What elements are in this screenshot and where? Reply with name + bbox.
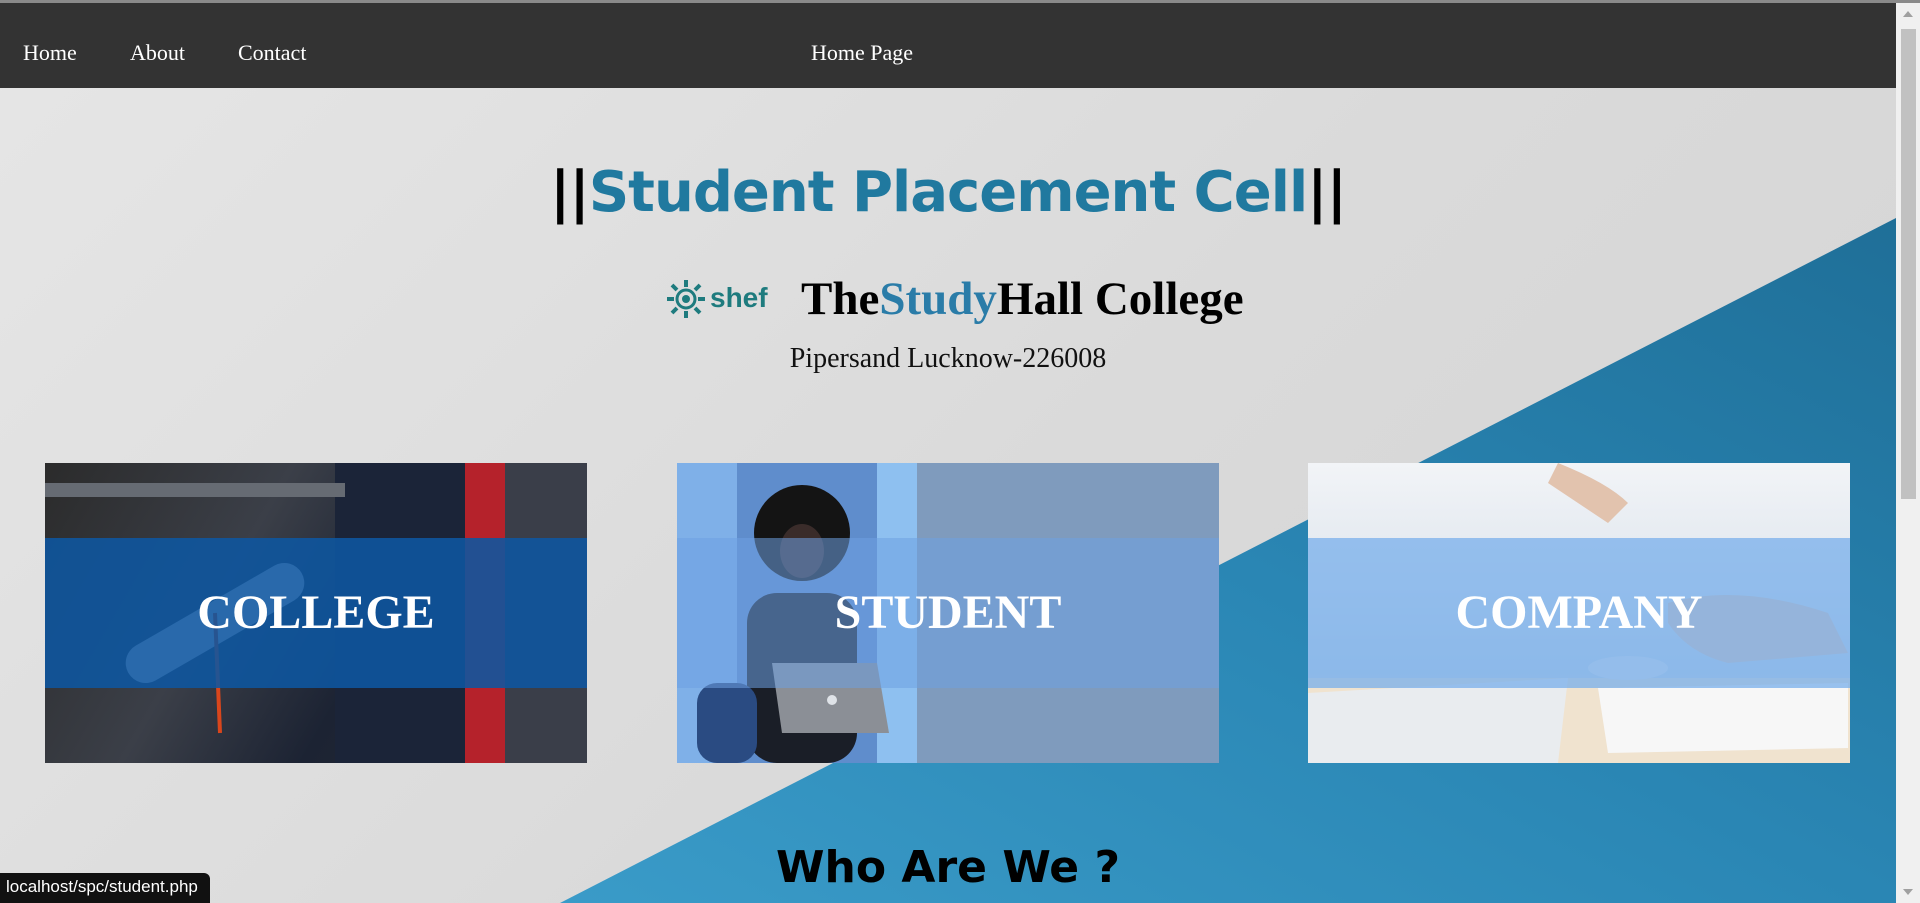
scrollbar-thumb[interactable]	[1901, 29, 1916, 499]
logo-text: shef	[710, 282, 768, 313]
college-name-the: The	[801, 273, 880, 325]
diagonal-background-shape	[560, 218, 1896, 903]
nav-contact-link[interactable]: Contact	[238, 40, 306, 66]
nav-page-title: Home Page	[811, 40, 914, 65]
student-card-label: STUDENT	[834, 586, 1062, 639]
page-background	[0, 0, 1896, 903]
browser-status-bar: localhost/spc/student.php	[0, 873, 210, 903]
college-name-rest: Hall College	[996, 273, 1244, 325]
who-are-we-heading: Who Are We ?	[776, 842, 1120, 893]
company-card-label: COMPANY	[1455, 586, 1703, 639]
heading-bars-left: ||	[549, 160, 590, 225]
page-heading: ||Student Placement Cell||	[0, 160, 1896, 225]
window-top-edge	[0, 0, 1920, 3]
heading-title: Student Placement Cell	[588, 160, 1308, 225]
college-name: TheStudyHall College	[801, 272, 1244, 326]
college-card[interactable]: COLLEGE	[45, 463, 587, 763]
college-address: Pipersand Lucknow-226008	[789, 343, 1107, 374]
college-card-label: COLLEGE	[197, 586, 435, 639]
company-card[interactable]: COMPANY	[1308, 463, 1850, 763]
nav-home-link[interactable]: Home	[23, 40, 77, 66]
scroll-down-arrow-icon[interactable]	[1903, 889, 1913, 895]
heading-bars-right: ||	[1307, 160, 1347, 225]
top-navbar: Home About Contact Home Page	[0, 3, 1896, 88]
college-name-row: shef TheStudyHall College	[0, 272, 1896, 332]
scroll-up-arrow-icon[interactable]	[1903, 11, 1913, 17]
college-name-study: Study	[879, 273, 997, 325]
college-logo: shef	[667, 280, 768, 318]
vertical-scrollbar[interactable]	[1896, 3, 1920, 903]
student-card[interactable]: STUDENT	[677, 463, 1219, 763]
nav-about-link[interactable]: About	[130, 40, 185, 66]
